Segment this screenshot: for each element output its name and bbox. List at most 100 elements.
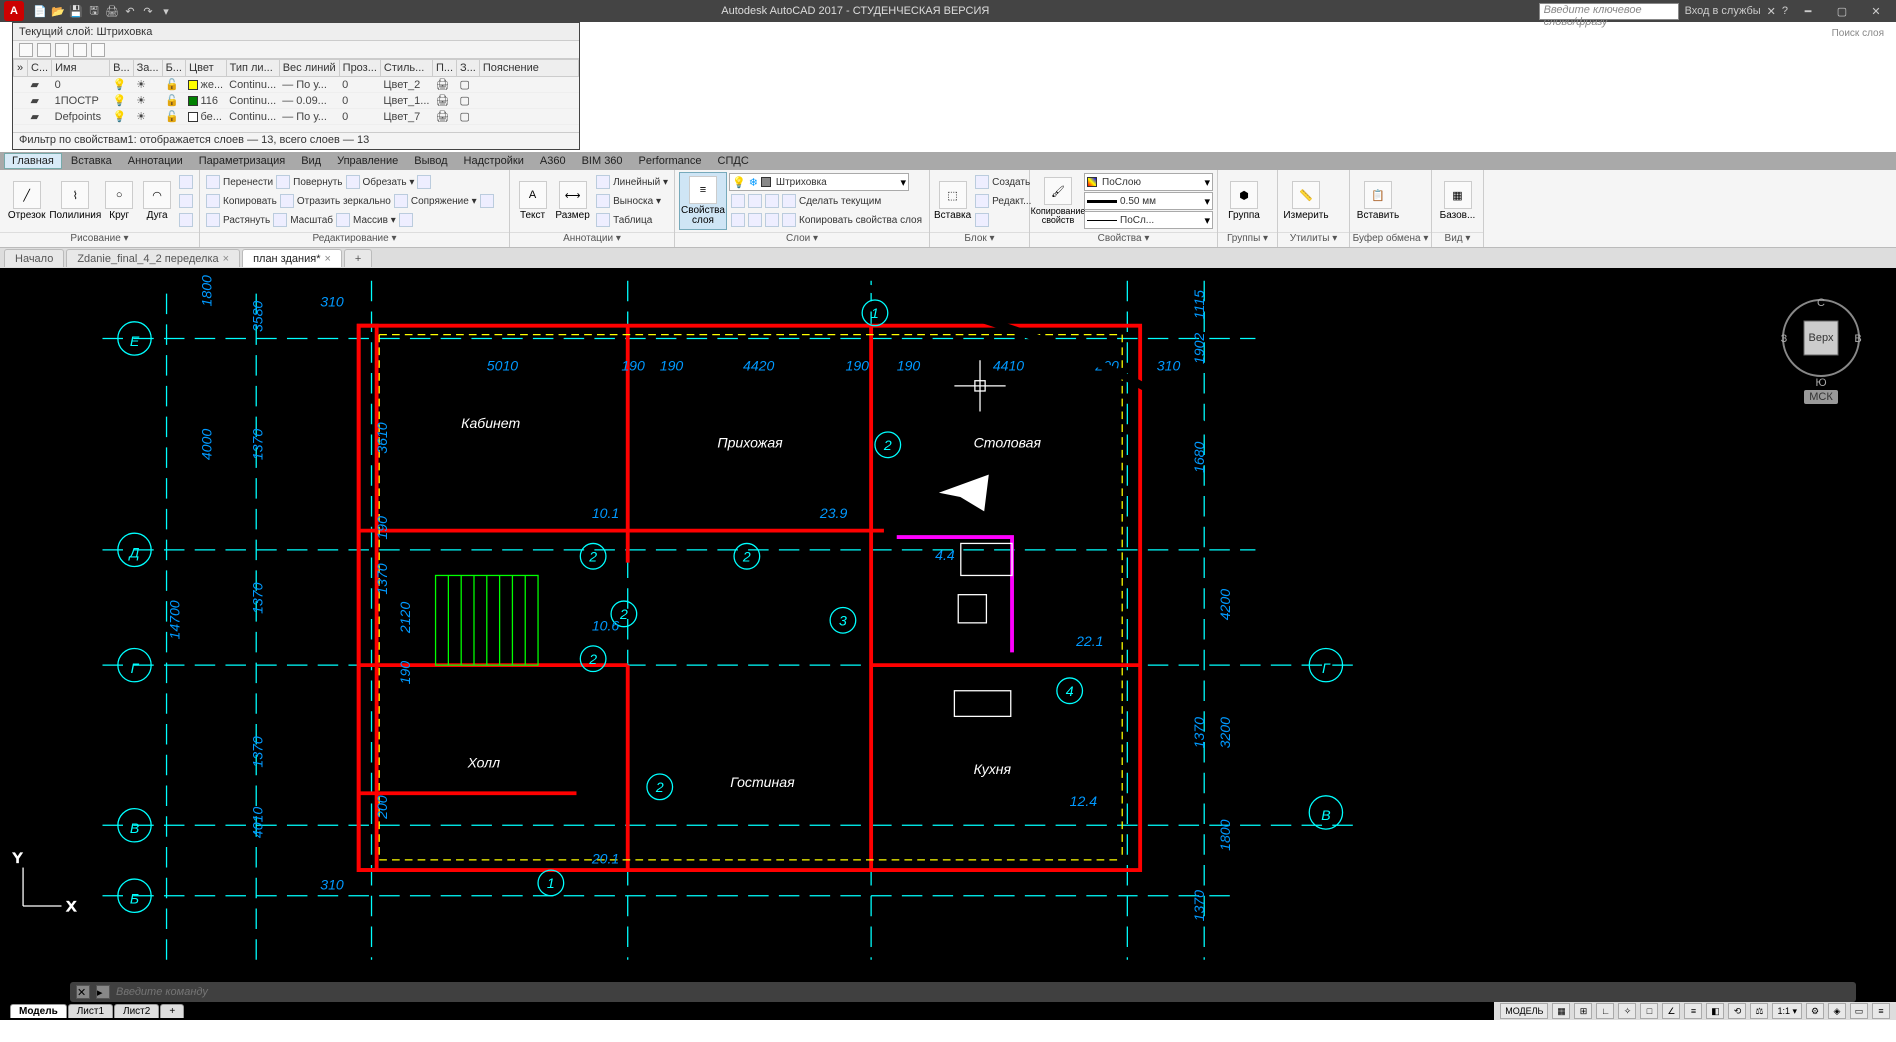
dimension-button[interactable]: ⟷Размер <box>553 172 592 230</box>
layer-on-icon[interactable] <box>748 213 762 227</box>
exchange-icon[interactable]: ✕ <box>1767 5 1776 18</box>
leader-icon[interactable] <box>596 194 610 208</box>
color-combo[interactable]: ПоСлою▾ <box>1084 173 1213 191</box>
paste-button[interactable]: 📋Вставить <box>1354 172 1402 230</box>
print-icon[interactable]: 🖨 <box>104 3 120 19</box>
status-scale-combo[interactable]: 1:1 ▾ <box>1772 1003 1802 1019</box>
insert-block-button[interactable]: ⬚Вставка <box>934 172 971 230</box>
polyline-button[interactable]: ⌇Полилиния <box>51 172 99 230</box>
layer-settings-icon[interactable] <box>91 43 105 57</box>
menu-tab-вывод[interactable]: Вывод <box>407 154 454 168</box>
ribbon-group-edit-label[interactable]: Редактирование ▾ <box>200 232 509 247</box>
new-tab-button[interactable]: + <box>344 249 372 267</box>
ribbon-group-annot-label[interactable]: Аннотации ▾ <box>510 232 674 247</box>
measure-button[interactable]: 📏Измерить <box>1282 172 1330 230</box>
lineweight-combo[interactable]: 0.50 мм▾ <box>1084 192 1213 210</box>
ribbon-group-utils-label[interactable]: Утилиты ▾ <box>1278 232 1349 247</box>
menu-tab-performance[interactable]: Performance <box>632 154 709 168</box>
layer-delete-icon[interactable] <box>37 43 51 57</box>
fillet-icon[interactable] <box>394 194 408 208</box>
minimize-button[interactable]: ━ <box>1794 1 1822 21</box>
drawing-canvas[interactable]: Е Д Г В Б Г В Кабинет Прихожая Столовая … <box>0 268 1896 1020</box>
rectangle-icon[interactable] <box>179 175 193 189</box>
status-annoscale-icon[interactable]: ⚖ <box>1750 1003 1768 1019</box>
qat-more-icon[interactable]: ▾ <box>158 3 174 19</box>
saveas-icon[interactable]: 🖫 <box>86 3 102 19</box>
app-logo[interactable]: A <box>4 1 24 21</box>
status-model-button[interactable]: МОДЕЛЬ <box>1500 1003 1548 1019</box>
offset-icon[interactable] <box>399 213 413 227</box>
circle-button[interactable]: ○Круг <box>101 172 137 230</box>
redo-icon[interactable]: ↷ <box>140 3 156 19</box>
text-button[interactable]: AТекст <box>514 172 551 230</box>
menu-tab-главная[interactable]: Главная <box>4 153 62 169</box>
layer-iso-icon[interactable] <box>731 194 745 208</box>
linetype-combo[interactable]: ПоСл...▾ <box>1084 211 1213 229</box>
status-ortho-icon[interactable]: ∟ <box>1596 1003 1614 1019</box>
layout-tab-add[interactable]: + <box>160 1004 184 1018</box>
ellipse-icon[interactable] <box>179 213 193 227</box>
menu-tab-управление[interactable]: Управление <box>330 154 405 168</box>
match-layer-icon[interactable] <box>782 213 796 227</box>
menu-tab-a360[interactable]: A360 <box>533 154 573 168</box>
menu-tab-вставка[interactable]: Вставка <box>64 154 119 168</box>
mirror-icon[interactable] <box>280 194 294 208</box>
status-polar-icon[interactable]: ✧ <box>1618 1003 1636 1019</box>
command-input[interactable] <box>116 986 416 998</box>
status-iso-icon[interactable]: ◈ <box>1828 1003 1846 1019</box>
menu-tab-вид[interactable]: Вид <box>294 154 328 168</box>
layer-row[interactable]: ▰1ПОСТР💡☀🔓116Continu...— 0.09...0Цвет_1.… <box>14 93 579 109</box>
menu-tab-bim 360[interactable]: BIM 360 <box>575 154 630 168</box>
help-search-input[interactable]: Введите ключевое слово/фразу <box>1539 3 1679 20</box>
arc-button[interactable]: ◠Дуга <box>139 172 175 230</box>
layout-tab-sheet1[interactable]: Лист1 <box>68 1004 113 1018</box>
viewcube[interactable]: Верх С Ю В З МСК <box>1776 288 1866 408</box>
signin-button[interactable]: Вход в службы <box>1685 5 1761 17</box>
group-button[interactable]: ⬢Группа <box>1222 172 1266 230</box>
close-button[interactable]: ✕ <box>1862 1 1890 21</box>
explode-icon[interactable] <box>480 194 494 208</box>
copy-icon[interactable] <box>206 194 220 208</box>
new-icon[interactable]: 📄 <box>32 3 48 19</box>
layer-grid[interactable]: » С... Имя В... За... Б... Цвет Тип ли..… <box>13 59 579 125</box>
doc-tab[interactable]: Zdanie_final_4_2 переделка× <box>66 249 240 267</box>
move-icon[interactable] <box>206 175 220 189</box>
linear-dim-icon[interactable] <box>596 175 610 189</box>
status-lwt-icon[interactable]: ≡ <box>1684 1003 1702 1019</box>
table-icon[interactable] <box>596 213 610 227</box>
make-current-icon[interactable] <box>782 194 796 208</box>
status-gear-icon[interactable]: ⚙ <box>1806 1003 1824 1019</box>
erase-icon[interactable] <box>417 175 431 189</box>
layer-row[interactable]: ▰0💡☀🔓же...Continu...— По у...0Цвет_2🖨▢ <box>14 77 579 93</box>
menu-tab-спдс[interactable]: СПДС <box>711 154 756 168</box>
ribbon-group-layers-label[interactable]: Слои ▾ <box>675 232 929 247</box>
line-button[interactable]: ╱Отрезок <box>4 172 49 230</box>
layer-dropdown[interactable]: 💡❄Штриховка▾ <box>729 173 909 191</box>
layout-tab-model[interactable]: Модель <box>10 1004 67 1018</box>
menu-tab-надстройки[interactable]: Надстройки <box>457 154 531 168</box>
hatch-icon[interactable] <box>179 194 193 208</box>
save-icon[interactable]: 💾 <box>68 3 84 19</box>
status-otrack-icon[interactable]: ∠ <box>1662 1003 1680 1019</box>
layer-row[interactable]: ▰Defpoints💡☀🔓бе...Continu...— По у...0Цв… <box>14 109 579 125</box>
ribbon-group-block-label[interactable]: Блок ▾ <box>930 232 1029 247</box>
doc-tab[interactable]: план здания*× <box>242 249 342 267</box>
menu-tab-параметризация[interactable]: Параметризация <box>192 154 292 168</box>
baseview-button[interactable]: ▦Базов... <box>1436 172 1479 230</box>
command-line[interactable]: ✕ ▸ <box>70 982 1856 1002</box>
status-snap-icon[interactable]: ⊞ <box>1574 1003 1592 1019</box>
status-osnap-icon[interactable]: □ <box>1640 1003 1658 1019</box>
undo-icon[interactable]: ↶ <box>122 3 138 19</box>
doc-tab[interactable]: Начало <box>4 249 64 267</box>
rotate-icon[interactable] <box>276 175 290 189</box>
open-icon[interactable]: 📂 <box>50 3 66 19</box>
cmd-close-icon[interactable]: ✕ <box>76 985 90 999</box>
layer-uniso-icon[interactable] <box>731 213 745 227</box>
stretch-icon[interactable] <box>206 213 220 227</box>
layer-refresh-icon[interactable] <box>73 43 87 57</box>
trim-icon[interactable] <box>346 175 360 189</box>
layer-lock-icon[interactable] <box>765 194 779 208</box>
menu-tab-аннотации[interactable]: Аннотации <box>121 154 190 168</box>
layer-unlock-icon[interactable] <box>765 213 779 227</box>
ribbon-group-clip-label[interactable]: Буфер обмена ▾ <box>1350 232 1431 247</box>
